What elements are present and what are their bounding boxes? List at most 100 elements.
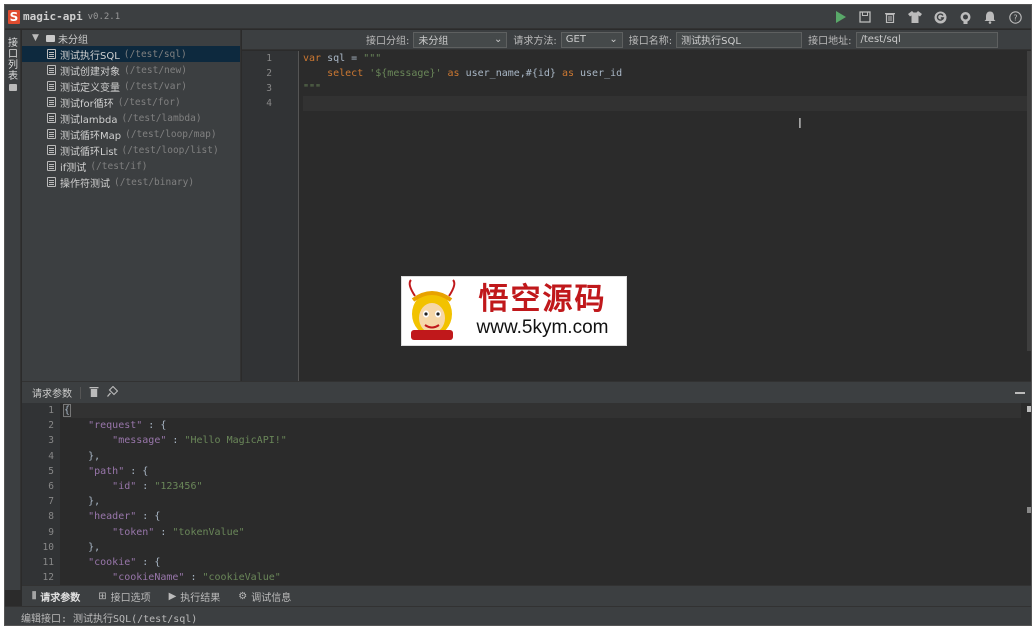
api-list-tab-char: 口 <box>8 49 18 60</box>
line-number: 9 <box>48 526 54 538</box>
play-icon[interactable] <box>832 9 848 25</box>
text-cursor-icon: I <box>798 117 802 132</box>
save-icon[interactable] <box>857 9 873 25</box>
name-input[interactable]: 测试执行SQL <box>676 31 803 48</box>
tree-item[interactable]: 操作符测试 (/test/binary) <box>22 174 240 190</box>
line-number: 7 <box>48 496 54 508</box>
watermark-logo: 悟空源码 www.5kym.com <box>401 276 627 346</box>
tree-item-path: (/test/lambda) <box>121 112 202 124</box>
watermark-url: www.5kym.com <box>476 317 609 338</box>
tree-item-name: 测试lambda <box>60 114 118 126</box>
tree-item-name: 测试定义变量 <box>60 82 120 94</box>
play-icon: ▶ <box>168 590 177 602</box>
bug-icon: ⚙ <box>238 590 248 602</box>
api-file-icon <box>47 161 56 171</box>
json-line: "message" : "Hello MagicAPI!" <box>112 435 287 447</box>
tree-item-path: (/test/if) <box>90 160 148 172</box>
tree-item-name: 测试执行SQL <box>60 50 120 62</box>
editor-scrollbar[interactable] <box>1027 51 1031 381</box>
tab-request-params[interactable]: ⫴ 请求参数 <box>32 589 80 604</box>
tree-item[interactable]: 测试执行SQL (/test/sql) <box>22 46 240 62</box>
left-tool-strip: 接 口 列 表 <box>5 30 21 590</box>
line-number: 4 <box>48 450 54 462</box>
params-json-editor[interactable]: 1 2 3 4 5 6 7 8 9 10 11 12 { "request" : { "message… <box>22 403 1031 585</box>
tree-item-name: 测试for循环 <box>60 98 114 110</box>
title-bar: S magic-api v0.2.1 ? <box>5 5 1031 29</box>
name-input-value: 测试执行SQL <box>681 36 741 47</box>
line-number: 10 <box>42 541 54 553</box>
json-code[interactable]: { "request" : { "message" : "Hello Magic… <box>62 403 1021 585</box>
tree-item[interactable]: 测试循环List (/test/loop/list) <box>22 142 240 158</box>
notification-icon[interactable] <box>982 9 998 25</box>
api-file-icon <box>47 113 56 123</box>
line-number: 12 <box>42 572 54 584</box>
code-area[interactable]: var sql = """ select '${message}' as use… <box>303 51 1027 111</box>
url-input[interactable]: /test/sql <box>855 31 998 48</box>
tree-item[interactable]: if测试 (/test/if) <box>22 158 240 174</box>
group-select-value: 未分组 <box>418 36 449 47</box>
line-number: 1 <box>266 53 272 64</box>
tab-label: 执行结果 <box>180 592 221 604</box>
json-line: "header" : { <box>88 511 161 523</box>
json-line: }, <box>88 496 101 508</box>
json-line: "cookie" : { <box>88 556 161 568</box>
minimize-icon[interactable] <box>1015 392 1025 394</box>
trash-icon[interactable] <box>89 386 99 400</box>
method-select[interactable]: GET ⌄ <box>560 31 623 48</box>
line-number: 6 <box>48 480 54 492</box>
group-select[interactable]: 未分组 ⌄ <box>413 31 508 48</box>
script-editor[interactable]: 1 2 3 4 var sql = """ select '${message}… <box>242 51 1031 381</box>
github-g-icon[interactable] <box>932 9 948 25</box>
tree-group-label: 未分组 <box>58 34 88 46</box>
code-line: select '${message}' as user_name,#{id} a… <box>327 68 623 79</box>
tab-run-result[interactable]: ▶ 执行结果 <box>169 589 221 604</box>
tree-item[interactable]: 测试创建对象 (/test/new) <box>22 62 240 78</box>
tree-item-path: (/test/var) <box>124 80 187 92</box>
tree-item-path: (/test/for) <box>117 96 181 108</box>
json-line: }, <box>88 541 101 553</box>
tab-label: 接口选项 <box>110 592 151 604</box>
folder-icon <box>46 34 55 42</box>
group-label: 接口分组: <box>366 36 410 47</box>
tree-item[interactable]: 测试定义变量 (/test/var) <box>22 78 240 94</box>
json-scrollbar[interactable] <box>1025 403 1031 585</box>
delete-icon[interactable] <box>882 9 898 25</box>
bottom-tab-bar: ⫴ 请求参数 ⊞ 接口选项 ▶ 执行结果 ⚙ 调试信息 <box>22 585 1031 606</box>
monkey-king-icon <box>405 278 459 344</box>
line-number: 3 <box>266 83 272 94</box>
tab-label: 调试信息 <box>251 592 292 604</box>
api-file-icon <box>47 49 56 59</box>
line-number: 2 <box>48 420 54 432</box>
help-icon[interactable]: ? <box>1007 9 1023 25</box>
chevron-down-icon[interactable]: ▼ <box>32 33 42 43</box>
sliders-icon: ⫴ <box>32 590 37 602</box>
api-file-icon <box>47 81 56 91</box>
folder-icon <box>9 84 17 91</box>
tree-item[interactable]: 测试for循环 (/test/for) <box>22 94 240 110</box>
code-line-current <box>303 96 1027 111</box>
tree-item[interactable]: 测试lambda (/test/lambda) <box>22 110 240 126</box>
chevron-down-icon: ⌄ <box>609 34 618 45</box>
grid-icon: ⊞ <box>98 590 107 602</box>
tree-item-path: (/test/loop/list) <box>121 144 219 156</box>
api-file-icon <box>47 129 56 139</box>
tab-api-options[interactable]: ⊞ 接口选项 <box>98 589 150 604</box>
tree-item-name: 测试循环Map <box>60 130 122 142</box>
json-line: { <box>62 403 1021 419</box>
tree-item-name: 测试创建对象 <box>60 66 120 78</box>
tree-item-path: (/test/loop/map) <box>125 128 217 140</box>
json-line: "cookieName" : "cookieValue" <box>112 572 281 584</box>
shirt-icon[interactable] <box>907 9 923 25</box>
tree-group-ungrouped[interactable]: ▼ 未分组 <box>22 30 240 46</box>
tree-item[interactable]: 测试循环Map (/test/loop/map) <box>22 126 240 142</box>
code-line: """ <box>303 83 322 94</box>
app-logo-icon: S <box>8 9 20 24</box>
tab-debug-info[interactable]: ⚙ 调试信息 <box>238 589 291 604</box>
title-toolbar: ? <box>832 5 1023 29</box>
format-brush-icon[interactable] <box>107 385 119 400</box>
editor-gutter: 1 2 3 4 <box>242 51 299 381</box>
method-select-value: GET <box>565 34 586 45</box>
github-icon[interactable] <box>957 9 973 25</box>
api-list-tab[interactable]: 接 口 列 表 <box>5 36 21 93</box>
url-input-value: /test/sql <box>860 34 901 45</box>
